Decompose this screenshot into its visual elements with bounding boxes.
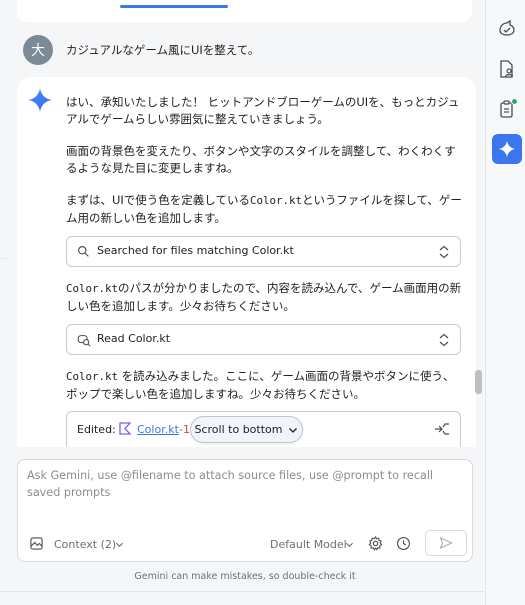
avatar-initial: 大 xyxy=(31,43,45,59)
left-divider xyxy=(0,258,10,458)
text: のパスが分かりましたので、内容を読み込んで、ゲーム画面用の新しい色を追加します。… xyxy=(66,281,462,313)
active-tab-indicator xyxy=(120,5,228,8)
text: まずは、UIで使う色を定義している xyxy=(66,193,250,207)
edited-file-link[interactable]: Color.kt xyxy=(137,423,179,436)
response-paragraph: まずは、UIで使う色を定義しているColor.ktというファイルを探して、ゲーム… xyxy=(66,192,462,226)
toolbar-clipboard-button[interactable] xyxy=(492,94,522,124)
code-inline: Color.kt xyxy=(249,194,302,207)
scrollbar-thumb[interactable] xyxy=(475,370,482,394)
response-body: はい、承知いたしました！ ヒットアンドブローゲームのUIを、もっとカジュアルでゲ… xyxy=(66,94,462,418)
chevron-down-icon[interactable] xyxy=(115,540,124,549)
response-paragraph: Color.kt を読み込みました。ここに、ゲーム画面の背景やボタンに使う、ポッ… xyxy=(66,368,462,402)
chevron-updown-icon xyxy=(439,333,449,346)
avatar: 大 xyxy=(23,35,53,65)
chevron-down-icon[interactable] xyxy=(345,540,354,549)
tool-read-result[interactable]: Read Color.kt xyxy=(66,324,461,355)
chat-panel: 大 カジュアルなゲーム風にUIを整えて。 はい、承知いたしました！ ヒットアンド… xyxy=(0,0,484,605)
user-message: カジュアルなゲーム風にUIを整えて。 xyxy=(66,43,260,57)
scroll-to-bottom-label: Scroll to bottom xyxy=(194,423,283,436)
removed-lines-count: -1 xyxy=(179,423,190,436)
response-paragraph: 画面の背景色を変えたり、ボタンや文字のスタイルを調整して、わくわくするような見た… xyxy=(66,144,456,175)
text: を読み込みました。ここに、ゲーム画面の背景やボタンに使う、ポップで楽しい色を追加… xyxy=(66,369,455,401)
code-inline: Color.kt xyxy=(66,282,119,295)
tool-label: Searched for files matching Color.kt xyxy=(97,244,294,258)
send-icon xyxy=(439,536,453,550)
code-inline: Color.kt xyxy=(66,370,119,383)
tool-label: Read Color.kt xyxy=(97,332,171,346)
history-icon[interactable] xyxy=(396,536,411,551)
toolbar-gemini-button[interactable] xyxy=(492,134,522,164)
disclaimer-text: Gemini can make mistakes, so double-chec… xyxy=(134,571,356,582)
bottom-divider xyxy=(0,591,484,592)
right-toolbar xyxy=(485,0,525,605)
scroll-to-bottom-button[interactable]: Scroll to bottom xyxy=(190,416,303,443)
model-dropdown[interactable]: Default Model xyxy=(270,538,347,551)
prompt-input-placeholder[interactable]: Ask Gemini, use @filename to attach sour… xyxy=(27,468,457,501)
prompt-input-box[interactable]: Ask Gemini, use @filename to attach sour… xyxy=(17,459,473,562)
image-attach-icon[interactable] xyxy=(30,537,43,550)
gemini-star-icon xyxy=(28,88,52,112)
send-button[interactable] xyxy=(425,530,467,556)
chevron-down-icon xyxy=(289,427,298,433)
top-card xyxy=(17,0,472,22)
edited-label: Edited: xyxy=(77,423,116,436)
merge-icon[interactable] xyxy=(433,420,451,438)
tool-search-result[interactable]: Searched for files matching Color.kt xyxy=(66,236,461,267)
file-person-icon xyxy=(500,60,514,78)
status-dot xyxy=(511,98,518,105)
search-icon xyxy=(77,245,91,259)
response-paragraph: Color.ktのパスが分かりましたので、内容を読み込んで、ゲーム画面用の新しい… xyxy=(66,280,462,314)
read-file-icon xyxy=(77,333,91,347)
response-card: はい、承知いたしました！ ヒットアンドブローゲームのUIを、もっとカジュアルでゲ… xyxy=(17,77,476,447)
toolbar-agent-button[interactable] xyxy=(492,13,522,43)
kotlin-file-icon xyxy=(119,422,131,435)
gemini-star-icon xyxy=(498,140,516,158)
gear-icon[interactable] xyxy=(368,536,383,551)
agent-icon xyxy=(499,19,515,36)
chevron-updown-icon xyxy=(439,245,449,258)
response-paragraph: はい、承知いたしました！ ヒットアンドブローゲームのUIを、もっとカジュアルでゲ… xyxy=(66,95,460,126)
context-dropdown[interactable]: Context (2) xyxy=(54,538,116,551)
toolbar-file-button[interactable] xyxy=(492,54,522,84)
